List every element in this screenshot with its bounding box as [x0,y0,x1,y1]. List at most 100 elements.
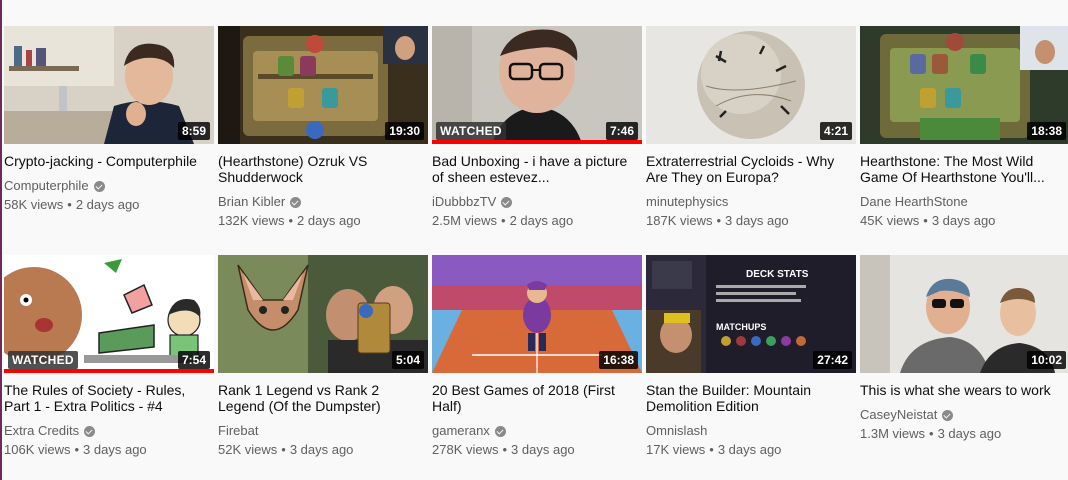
view-count: 2.5M views [432,213,498,228]
window-edge [0,0,2,480]
upload-age: 3 days ago [83,442,147,457]
meta-separator: • [74,442,80,457]
channel-row: Firebat [218,423,428,439]
video-duration: 7:54 [177,351,210,369]
video-title[interactable]: Stan the Builder: Mountain Demolition Ed… [646,382,856,414]
video-duration: 7:46 [605,122,638,140]
video-card-8[interactable]: 16:38 20 Best Games of 2018 (First Half)… [432,255,642,480]
channel-name[interactable]: Extra Credits [4,423,79,439]
view-count: 132K views [218,213,285,228]
verified-check-icon [494,425,506,437]
card-thumb-5[interactable]: 18:38 [860,26,1068,144]
verified-check-icon [84,425,96,437]
video-meta: 132K views • 2 days ago [218,212,428,230]
video-card-10[interactable]: 10:02 This is what she wears to work Cas… [860,255,1068,480]
recommended-videos-page: 8:59 Crypto-jacking - Computerphile Comp… [0,0,1068,480]
video-card-7[interactable]: 5:04 Rank 1 Legend vs Rank 2 Legend (Of … [218,255,428,480]
video-duration: 16:38 [599,351,638,369]
upload-age: 3 days ago [725,213,789,228]
video-meta: 1.3M views • 3 days ago [860,425,1068,443]
video-duration: 5:04 [391,351,424,369]
watched-badge: WATCHED [436,122,506,140]
upload-age: 2 days ago [509,213,574,228]
video-card-9[interactable]: DECK STATS MATCHUPS 27:42 Stan the Build… [646,255,856,480]
upload-age: 3 days ago [289,442,354,457]
meta-separator: • [281,442,286,457]
video-meta: 106K views • 3 days ago [4,441,214,459]
channel-name[interactable]: iDubbbzTV [432,194,496,210]
card-thumb-9[interactable]: DECK STATS MATCHUPS 27:42 [646,255,856,373]
upload-age: 3 days ago [937,426,1002,441]
video-card-4[interactable]: 4:21 Extraterrestrial Cycloids - Why Are… [646,26,856,255]
channel-name[interactable]: minutephysics [646,194,728,210]
watched-badge: WATCHED [8,351,78,369]
verified-check-icon [93,180,105,192]
svg-text:DECK STATS: DECK STATS [746,269,809,280]
svg-text:MATCHUPS: MATCHUPS [716,322,766,332]
video-title[interactable]: Extraterrestrial Cycloids - Why Are They… [646,153,856,185]
channel-row: Computerphile [4,178,214,194]
channel-name[interactable]: CaseyNeistat [860,407,937,423]
card-thumb-7[interactable]: 5:04 [218,255,428,373]
upload-age: 3 days ago [511,442,575,457]
watch-progress-bar [4,369,214,373]
upload-age: 2 days ago [297,213,361,228]
view-count: 45K views [860,213,920,228]
view-count: 106K views [4,442,71,457]
channel-name[interactable]: Brian Kibler [218,194,285,210]
channel-row: iDubbbzTV [432,194,642,210]
channel-row: Extra Credits [4,423,214,439]
channel-name[interactable]: Computerphile [4,178,89,194]
video-card-5[interactable]: 18:38 Hearthstone: The Most Wild Game Of… [860,26,1068,255]
upload-age: 3 days ago [717,442,782,457]
video-meta: 45K views • 3 days ago [860,212,1068,230]
card-thumb-2[interactable]: 19:30 [218,26,428,144]
view-count: 1.3M views [860,426,926,441]
channel-row: Dane HearthStone [860,194,1068,210]
video-grid: 8:59 Crypto-jacking - Computerphile Comp… [4,26,1068,480]
video-title[interactable]: 20 Best Games of 2018 (First Half) [432,382,642,414]
card-thumb-3[interactable]: WATCHED 7:46 [432,26,642,144]
video-title[interactable]: Bad Unboxing - i have a picture of sheen… [432,153,642,185]
card-thumb-6[interactable]: WATCHED 7:54 [4,255,214,373]
view-count: 58K views [4,197,64,212]
upload-age: 3 days ago [931,213,996,228]
view-count: 187K views [646,213,713,228]
meta-separator: • [502,442,508,457]
video-title[interactable]: Crypto-jacking - Computerphile [4,153,214,169]
card-thumb-8[interactable]: 16:38 [432,255,642,373]
card-thumb-4[interactable]: 4:21 [646,26,856,144]
meta-separator: • [709,442,714,457]
meta-separator: • [716,213,722,228]
upload-age: 2 days ago [75,197,140,212]
channel-row: minutephysics [646,194,856,210]
video-meta: 2.5M views • 2 days ago [432,212,642,230]
channel-name[interactable]: gameranx [432,423,490,439]
video-duration: 27:42 [813,351,852,369]
channel-row: gameranx [432,423,642,439]
view-count: 278K views [432,442,499,457]
card-thumb-10[interactable]: 10:02 [860,255,1068,373]
video-title[interactable]: Rank 1 Legend vs Rank 2 Legend (Of the D… [218,382,428,414]
card-thumb-1[interactable]: 8:59 [4,26,214,144]
channel-name[interactable]: Dane HearthStone [860,194,968,210]
video-title[interactable]: The Rules of Society - Rules, Part 1 - E… [4,382,214,414]
channel-name[interactable]: Firebat [218,423,258,439]
channel-row: Brian Kibler [218,194,428,210]
video-duration: 10:02 [1027,351,1066,369]
verified-check-icon [942,409,954,421]
video-meta: 278K views • 3 days ago [432,441,642,459]
channel-name[interactable]: Omnislash [646,423,707,439]
meta-separator: • [67,197,72,212]
video-title[interactable]: Hearthstone: The Most Wild Game Of Heart… [860,153,1068,185]
video-meta: 17K views • 3 days ago [646,441,856,459]
video-card-1[interactable]: 8:59 Crypto-jacking - Computerphile Comp… [4,26,214,255]
video-card-2[interactable]: 19:30 (Hearthstone) Ozruk VS Shudderwock… [218,26,428,255]
channel-row: Omnislash [646,423,856,439]
video-title[interactable]: This is what she wears to work [860,382,1068,398]
channel-row: CaseyNeistat [860,407,1068,423]
video-meta: 58K views • 2 days ago [4,196,214,214]
video-title[interactable]: (Hearthstone) Ozruk VS Shudderwock [218,153,428,185]
video-card-3[interactable]: WATCHED 7:46 Bad Unboxing - i have a pic… [432,26,642,255]
video-card-6[interactable]: WATCHED 7:54 The Rules of Society - Rule… [4,255,214,480]
